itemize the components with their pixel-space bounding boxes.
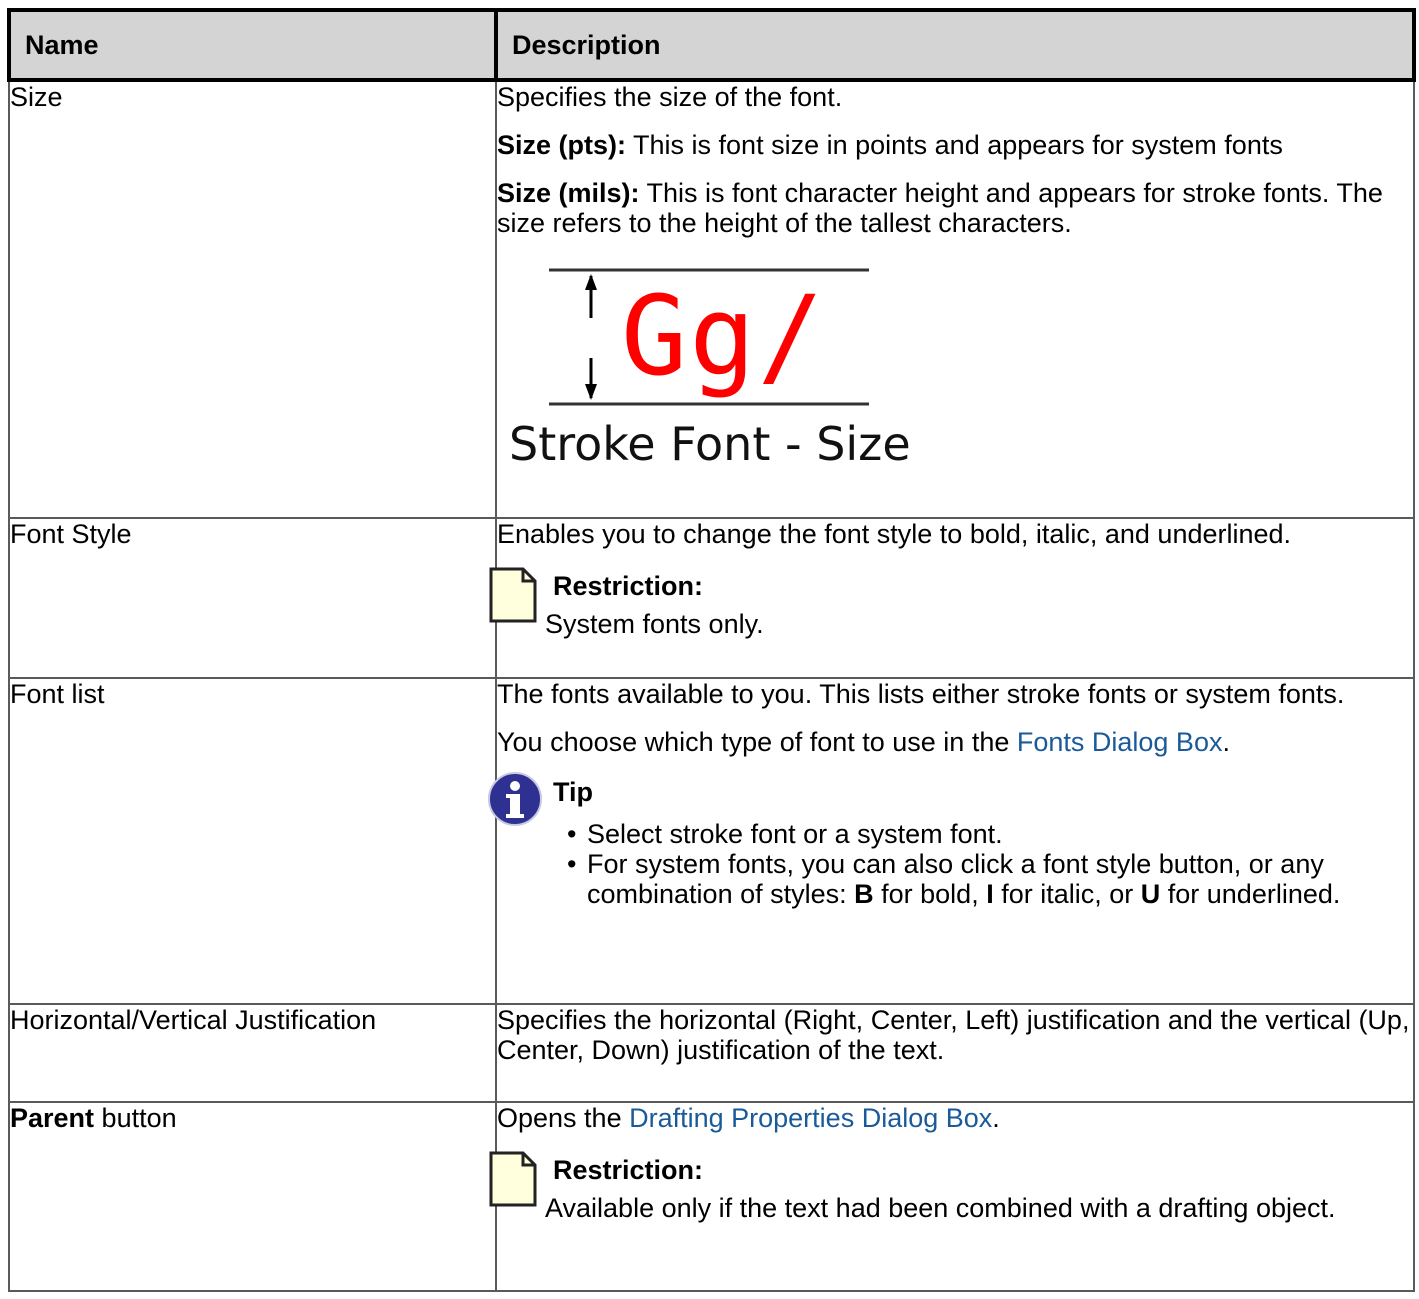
note-page-icon bbox=[489, 567, 537, 629]
down-arrow-head bbox=[585, 384, 597, 400]
font-list-paragraph: The fonts available to you. This lists e… bbox=[497, 679, 1345, 709]
header-description: Description bbox=[495, 8, 1416, 82]
row-name-font-style: Font Style bbox=[8, 517, 497, 679]
stroke-font-size-diagram: Gg/ Stroke Font - Size bbox=[509, 268, 911, 471]
row-description-font-style: Enables you to change the font style to … bbox=[489, 517, 1415, 679]
restriction-note: Restriction: System fonts only. bbox=[489, 567, 1413, 639]
list-item: For system fonts, you can also click a f… bbox=[567, 849, 1413, 909]
table-row: Parent button Opens the Drafting Propert… bbox=[8, 1101, 1415, 1292]
properties-table: Name Description Size Specifies the size… bbox=[7, 8, 1416, 1292]
size-mils-paragraph: Size (mils): This is font character heig… bbox=[497, 178, 1413, 238]
tip-bold-key: B bbox=[854, 879, 874, 909]
restriction-note: Restriction: Available only if the text … bbox=[489, 1151, 1413, 1223]
restriction-body: System fonts only. bbox=[545, 609, 764, 639]
size-paragraph: Specifies the size of the font. bbox=[497, 82, 843, 112]
font-list-text-before: You choose which type of font to use in … bbox=[497, 727, 1017, 757]
restriction-title: Restriction: bbox=[553, 1155, 704, 1185]
table-row: Font list The fonts available to you. Th… bbox=[8, 677, 1415, 1005]
stroke-glyphs: Gg/ bbox=[621, 272, 826, 400]
table-row: Font Style Enables you to change the fon… bbox=[8, 517, 1415, 679]
fonts-dialog-link[interactable]: Fonts Dialog Box bbox=[1017, 727, 1223, 757]
row-description-justification: Specifies the horizontal (Right, Center,… bbox=[495, 1003, 1415, 1103]
tip-title: Tip bbox=[553, 777, 593, 807]
tip-note: Tip Select stroke font or a system font.… bbox=[488, 772, 1413, 909]
size-mils-label: Size (mils): bbox=[497, 178, 640, 208]
header-row: Name Description bbox=[7, 8, 1416, 82]
header-name: Name bbox=[7, 8, 498, 82]
drafting-properties-link[interactable]: Drafting Properties Dialog Box bbox=[629, 1103, 992, 1133]
parent-rest: button bbox=[94, 1103, 177, 1133]
font-list-paragraph-2: You choose which type of font to use in … bbox=[497, 727, 1413, 757]
row-name-parent: Parent button bbox=[8, 1101, 497, 1292]
tip-text: for bold, bbox=[873, 879, 987, 909]
parent-bold: Parent bbox=[10, 1103, 95, 1133]
figure-caption: Stroke Font - Size bbox=[509, 417, 911, 471]
restriction-title: Restriction: bbox=[553, 571, 704, 601]
row-description-size: Specifies the size of the font. Size (pt… bbox=[495, 79, 1415, 519]
parent-text-before: Opens the bbox=[497, 1103, 630, 1133]
row-name-size: Size bbox=[8, 79, 497, 519]
tip-text: for underlined. bbox=[1160, 879, 1341, 909]
table-row: Size Specifies the size of the font. Siz… bbox=[8, 79, 1415, 519]
row-description-font-list: The fonts available to you. This lists e… bbox=[488, 677, 1415, 1005]
size-pts-paragraph: Size (pts): This is font size in points … bbox=[497, 130, 1413, 160]
font-style-paragraph: Enables you to change the font style to … bbox=[497, 519, 1292, 549]
parent-paragraph: Opens the Drafting Properties Dialog Box… bbox=[497, 1103, 1413, 1133]
list-item: Select stroke font or a system font. bbox=[567, 819, 1413, 849]
size-pts-label: Size (pts): bbox=[497, 130, 627, 160]
restriction-body: Available only if the text had been comb… bbox=[545, 1193, 1336, 1223]
row-description-parent: Opens the Drafting Properties Dialog Box… bbox=[489, 1101, 1415, 1292]
font-list-text-after: . bbox=[1222, 727, 1230, 757]
up-arrow-head bbox=[585, 274, 597, 290]
stroke-font-size-figure: Gg/ Stroke Font - Size bbox=[497, 252, 917, 472]
tip-italic-key: I bbox=[986, 879, 994, 909]
note-page-icon bbox=[489, 1151, 537, 1213]
parent-text-after: . bbox=[992, 1103, 1000, 1133]
tip-underline-key: U bbox=[1140, 879, 1161, 909]
table-row: Horizontal/Vertical Justification Specif… bbox=[8, 1003, 1415, 1103]
row-name-justification: Horizontal/Vertical Justification bbox=[8, 1003, 497, 1103]
info-icon bbox=[487, 771, 543, 833]
tip-text: for italic, or bbox=[993, 879, 1141, 909]
row-name-font-list: Font list bbox=[8, 677, 497, 1005]
tip-list: Select stroke font or a system font. For… bbox=[545, 819, 1413, 909]
size-pts-text: This is font size in points and appears … bbox=[626, 130, 1283, 160]
